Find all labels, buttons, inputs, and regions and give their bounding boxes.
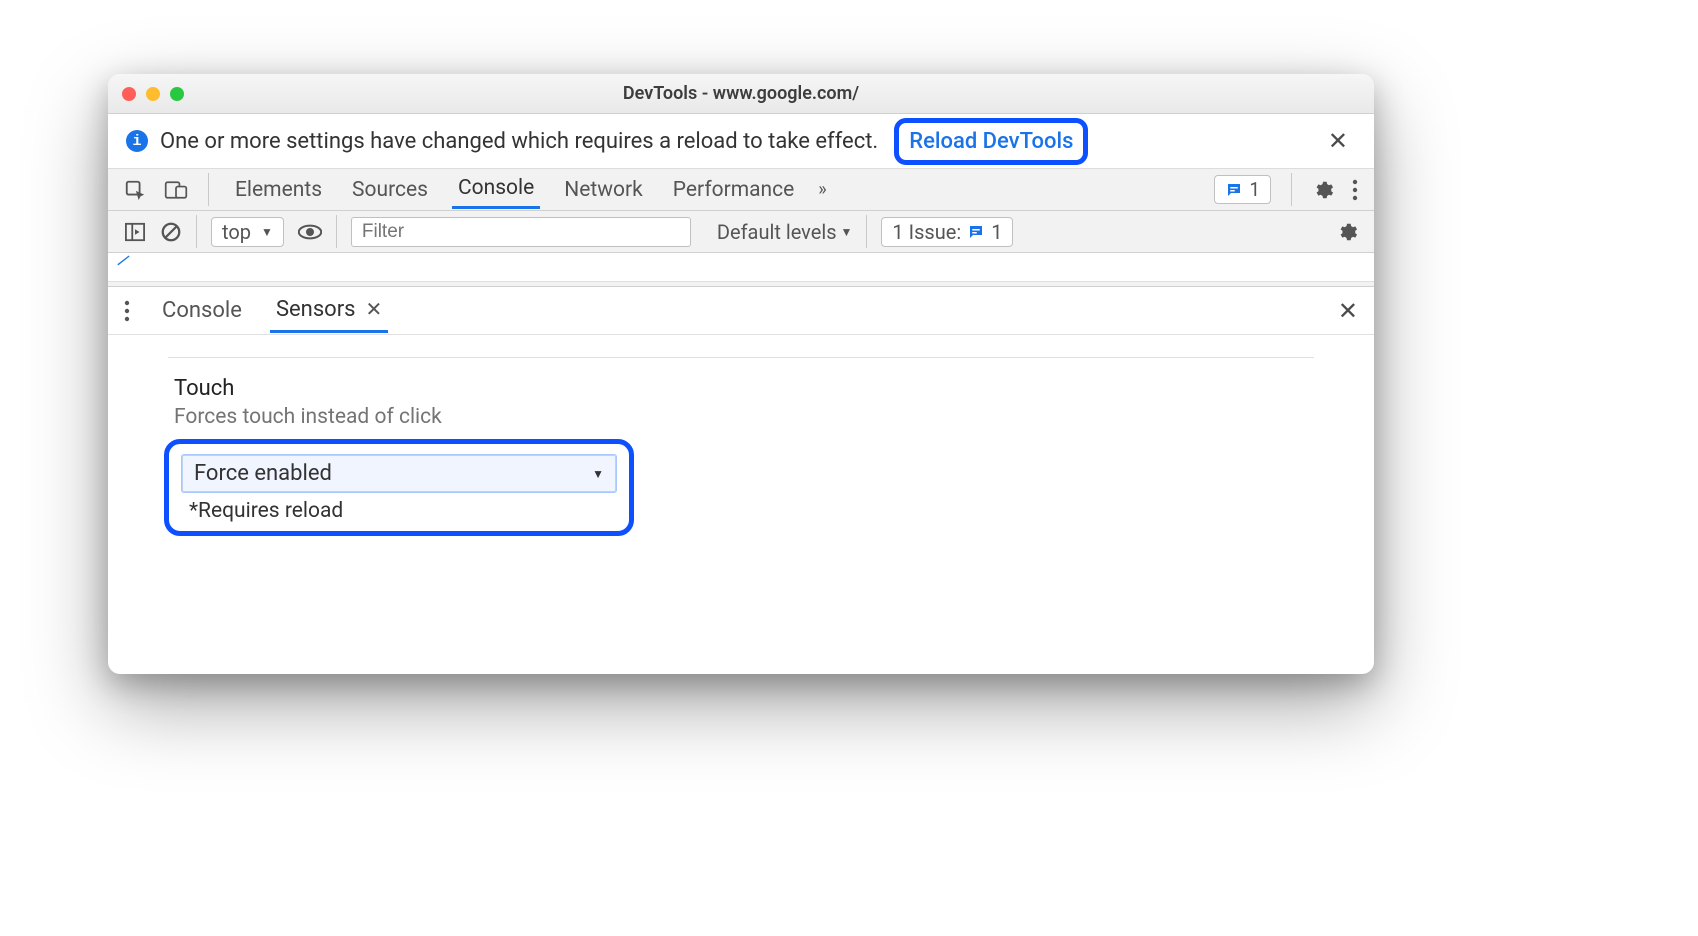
console-settings-icon[interactable] [1336, 221, 1358, 243]
issues-button[interactable]: 1 Issue: 1 [881, 217, 1013, 247]
touch-select-value: Force enabled [194, 461, 332, 486]
drawer-tab-console[interactable]: Console [156, 290, 248, 331]
divider [336, 215, 337, 248]
context-value: top [222, 220, 251, 244]
reload-infobar: i One or more settings have changed whic… [108, 114, 1374, 169]
main-tabstrip: Elements Sources Console Network Perform… [108, 169, 1374, 211]
drawer-body: Touch Forces touch instead of click Forc… [108, 335, 1374, 558]
devtools-window: DevTools - www.google.com/ i One or more… [108, 74, 1374, 674]
divider [1291, 173, 1292, 206]
info-icon: i [126, 130, 148, 152]
inspect-element-icon[interactable] [124, 179, 146, 201]
more-options-icon[interactable] [1352, 179, 1358, 201]
drawer-tabstrip: Console Sensors ✕ ✕ [108, 287, 1374, 335]
issues-count: 1 [1249, 178, 1260, 201]
console-prompt-fragment: ⁄ [114, 248, 132, 275]
divider [196, 215, 197, 248]
more-tabs-button[interactable]: » [818, 179, 826, 200]
drawer-tab-sensors[interactable]: Sensors ✕ [270, 289, 388, 333]
context-selector[interactable]: top ▼ [211, 217, 284, 247]
tab-sources[interactable]: Sources [346, 172, 434, 208]
chevron-down-icon: ▼ [841, 225, 853, 239]
divider [866, 215, 867, 248]
tab-performance[interactable]: Performance [667, 172, 800, 208]
issue-icon [1225, 181, 1243, 199]
log-levels-selector[interactable]: Default levels ▼ [717, 220, 853, 244]
issues-counter[interactable]: 1 [1214, 175, 1271, 204]
touch-setting-title: Touch [174, 376, 1338, 401]
divider [168, 357, 1314, 358]
chevron-down-icon: ▼ [261, 225, 273, 239]
touch-select[interactable]: Force enabled ▼ [181, 454, 617, 493]
issues-label: 1 Issue: [892, 220, 961, 244]
issues-count: 1 [991, 220, 1002, 244]
device-toolbar-icon[interactable] [164, 179, 188, 201]
settings-icon[interactable] [1312, 179, 1334, 201]
log-levels-value: Default levels [717, 220, 837, 244]
live-expression-icon[interactable] [298, 223, 322, 241]
close-tab-icon[interactable]: ✕ [366, 297, 383, 321]
tab-network[interactable]: Network [558, 172, 649, 208]
tab-console[interactable]: Console [452, 170, 540, 209]
console-filterbar: top ▼ Default levels ▼ 1 Issue: 1 [108, 211, 1374, 253]
filter-input[interactable] [351, 217, 691, 247]
titlebar: DevTools - www.google.com/ [108, 74, 1374, 114]
touch-reload-note: *Requires reload [189, 499, 617, 523]
clear-console-icon[interactable] [160, 221, 182, 243]
chevron-down-icon: ▼ [592, 467, 604, 481]
reload-devtools-button[interactable]: Reload DevTools [894, 118, 1088, 165]
drawer-more-icon[interactable] [124, 300, 130, 322]
toggle-console-sidebar-icon[interactable] [124, 222, 146, 242]
drawer-tab-sensors-label: Sensors [276, 297, 356, 322]
window-title: DevTools - www.google.com/ [108, 83, 1374, 104]
infobar-message: One or more settings have changed which … [160, 129, 878, 154]
close-drawer-icon[interactable]: ✕ [1338, 297, 1358, 325]
dismiss-infobar-button[interactable]: ✕ [1320, 123, 1356, 159]
issue-icon [967, 223, 985, 241]
touch-setting-subtitle: Forces touch instead of click [174, 405, 1338, 429]
console-output-area[interactable]: ⁄ [108, 253, 1374, 281]
annotation-highlight: Force enabled ▼ *Requires reload [164, 439, 634, 536]
tab-elements[interactable]: Elements [229, 172, 328, 208]
divider [208, 173, 209, 206]
